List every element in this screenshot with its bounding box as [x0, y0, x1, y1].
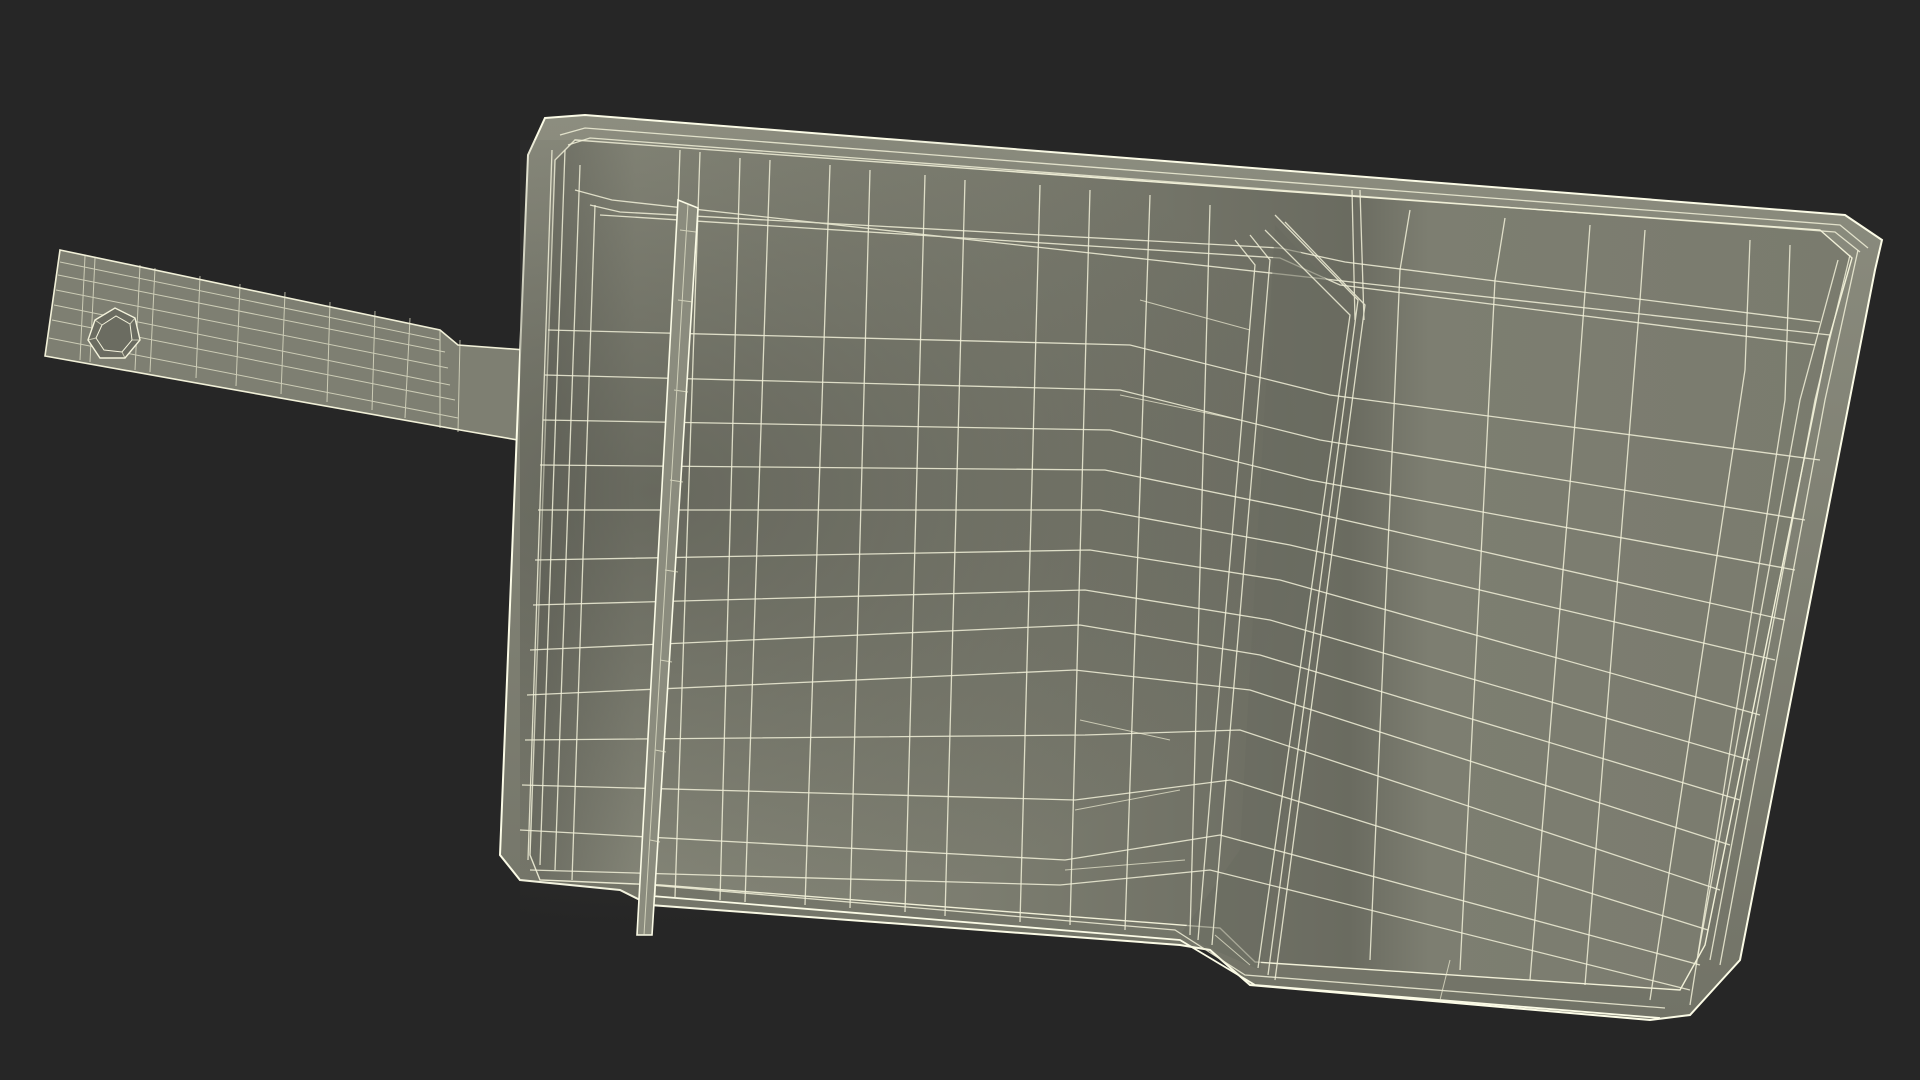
- dustpan-wireframe: [44, 113, 1884, 1022]
- pan-body: [498, 113, 1884, 1022]
- render-viewport: [0, 0, 1920, 1080]
- handle: [44, 249, 526, 441]
